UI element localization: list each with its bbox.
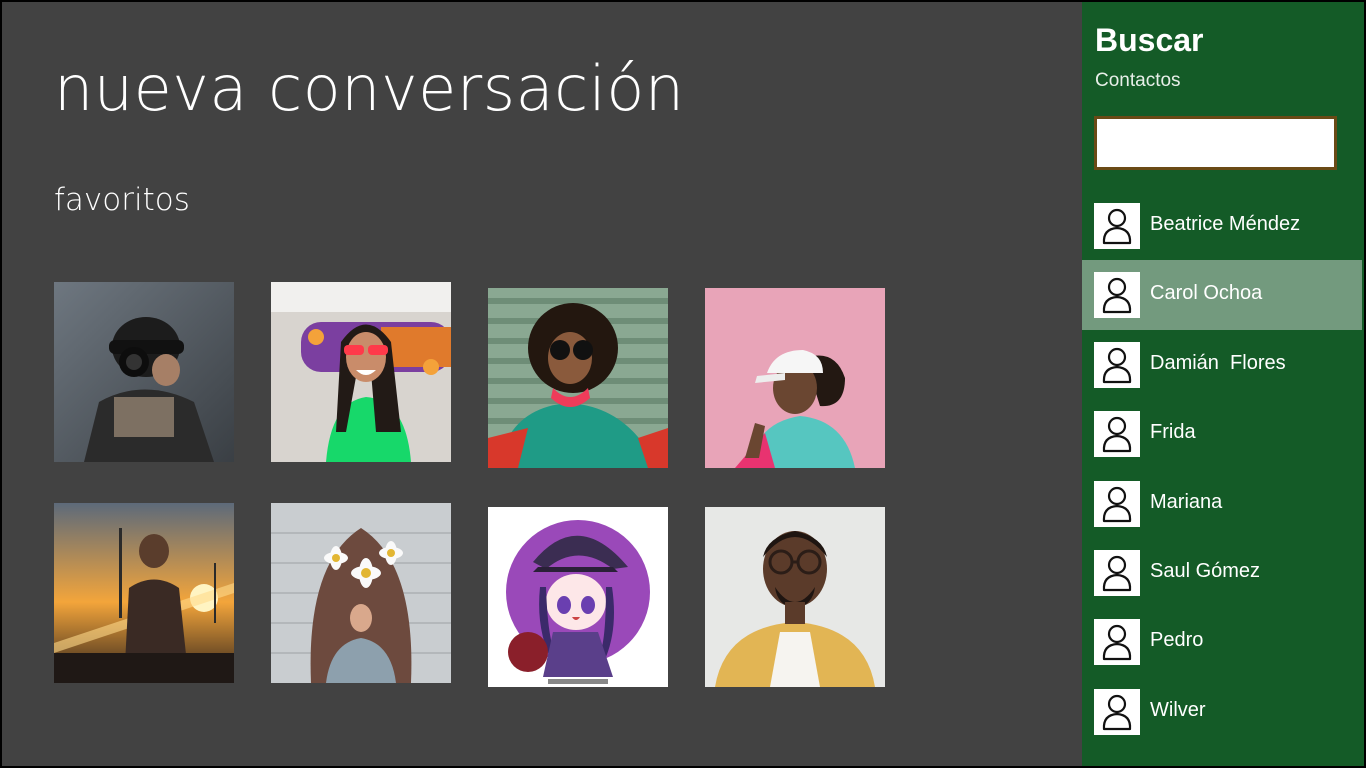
person-icon xyxy=(1102,347,1132,383)
person-icon xyxy=(1102,625,1132,661)
avatar xyxy=(1094,341,1140,388)
photo-woman-sunglasses-icon xyxy=(488,288,668,468)
favorites-title: favoritos xyxy=(54,182,190,218)
favorite-photo-8[interactable] xyxy=(705,507,885,687)
person-icon xyxy=(1102,278,1132,314)
contact-item[interactable]: Frida xyxy=(1082,399,1362,468)
favorite-photo-3[interactable] xyxy=(488,288,668,468)
app-window: nueva conversación favoritos Buscar Cont… xyxy=(2,2,1364,766)
contact-item[interactable]: Carol Ochoa xyxy=(1082,260,1362,330)
contact-item[interactable]: Wilver xyxy=(1082,677,1362,746)
favorite-photo-2[interactable] xyxy=(271,282,451,462)
favorite-photo-4[interactable] xyxy=(705,288,885,468)
person-icon xyxy=(1102,417,1132,453)
photo-woman-skateboard-icon xyxy=(271,282,451,462)
contact-name: Beatrice Méndez xyxy=(1150,213,1301,235)
contact-item[interactable]: Mariana xyxy=(1082,469,1362,538)
avatar xyxy=(1094,549,1140,596)
contact-item[interactable]: Saul Gómez xyxy=(1082,538,1362,607)
avatar xyxy=(1094,688,1140,735)
photo-man-sunset-icon xyxy=(54,503,234,683)
favorite-photo-1[interactable] xyxy=(54,282,234,462)
contact-item[interactable]: Damián Flores xyxy=(1082,330,1362,399)
favorite-photo-6[interactable] xyxy=(271,503,451,683)
contact-name: Damián Flores xyxy=(1150,351,1286,374)
contact-item[interactable]: Pedro xyxy=(1082,607,1362,676)
contact-name: Saul Gómez xyxy=(1150,559,1261,582)
page-title: nueva conversación xyxy=(54,52,685,125)
avatar xyxy=(1094,411,1140,458)
contact-name: Carol Ochoa xyxy=(1150,282,1263,305)
search-input[interactable] xyxy=(1094,116,1337,170)
avatar xyxy=(1094,619,1140,666)
avatar xyxy=(1094,272,1140,319)
person-icon xyxy=(1102,486,1132,522)
avatar xyxy=(1094,480,1140,527)
avatar xyxy=(1094,203,1140,249)
contact-list: Beatrice Méndez Carol Ochoa Damián Flores F… xyxy=(1082,191,1364,746)
panel-title: Buscar xyxy=(1095,22,1204,58)
contact-name: Pedro xyxy=(1150,629,1204,652)
contact-name: Frida xyxy=(1150,421,1196,444)
favorite-photo-7[interactable] xyxy=(488,507,668,687)
panel-subtitle: Contactos xyxy=(1095,70,1181,91)
person-icon xyxy=(1102,555,1132,592)
photo-man-glasses-icon xyxy=(705,507,885,687)
photo-woman-flowers-icon xyxy=(271,503,451,683)
contact-name: Wilver xyxy=(1150,698,1206,721)
person-icon xyxy=(1102,694,1132,730)
contact-name: Mariana xyxy=(1150,490,1223,513)
person-icon xyxy=(1102,208,1132,245)
search-panel: Buscar Contactos Beatrice Méndez Carol Oc… xyxy=(1082,2,1364,766)
photo-anime-character-icon xyxy=(488,507,668,687)
photo-man-camera-icon xyxy=(54,282,234,462)
photo-woman-cap-pink-icon xyxy=(705,288,885,468)
contact-item[interactable]: Beatrice Méndez xyxy=(1082,191,1362,260)
favorite-photo-5[interactable] xyxy=(54,503,234,683)
